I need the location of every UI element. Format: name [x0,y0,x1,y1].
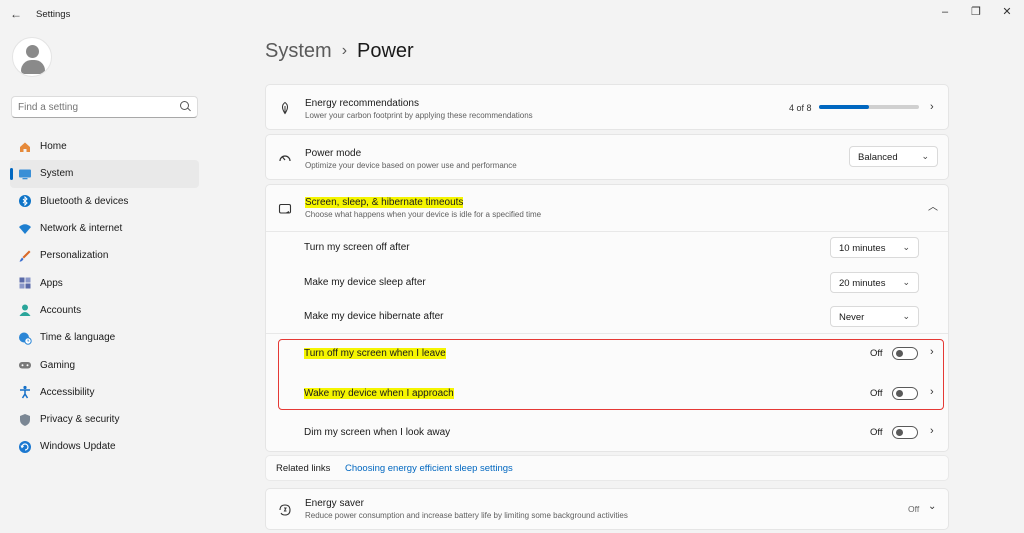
sidebar-item-label: Apps [40,277,63,289]
chevron-down-icon[interactable]: ⌄ [928,501,936,512]
sidebar-item-network[interactable]: Network & internet [10,215,199,242]
sidebar-item-time-language[interactable]: Time & language [10,324,199,351]
sidebar-item-label: Gaming [40,359,76,371]
monitor-icon [18,167,32,181]
dim-on-look-away-state: Off [870,427,883,438]
sidebar-item-windows-update[interactable]: Windows Update [10,433,199,460]
energy-sleep-link[interactable]: Choosing energy efficient sleep settings [345,463,513,474]
hibernate-dropdown[interactable]: Never ⌄ [830,306,919,327]
sidebar-item-label: System [40,168,74,180]
timeouts-desc: Choose what happens when your device is … [305,210,542,219]
energy-desc: Lower your carbon footprint by applying … [305,111,533,120]
related-links-label: Related links [276,463,331,474]
related-links-bar: Related links Choosing energy efficient … [265,455,949,481]
sidebar-item-label: Home [40,141,67,153]
chevron-down-icon: ⌄ [921,151,929,161]
hibernate-value: Never [839,312,865,323]
shield-icon [18,413,32,427]
window-title: Settings [36,9,71,20]
dim-on-look-away-label: Dim my screen when I look away [304,427,451,438]
paintbrush-icon [18,249,32,263]
chevron-right-icon[interactable]: › [930,101,934,113]
search-input[interactable] [18,100,176,115]
chevron-up-icon[interactable]: ︿ [928,198,938,213]
maximize-icon[interactable]: ❐ [969,5,983,19]
sidebar-item-accounts[interactable]: Accounts [10,297,199,324]
breadcrumb-parent[interactable]: System [265,40,332,62]
home-icon [18,140,32,154]
sidebar-item-privacy[interactable]: Privacy & security [10,406,199,433]
chevron-down-icon: ⌄ [902,277,910,287]
energy-title: Energy recommendations [305,98,419,109]
sleep-dropdown[interactable]: 20 minutes ⌄ [830,272,919,293]
screen-off-dropdown[interactable]: 10 minutes ⌄ [830,237,919,258]
sidebar-item-label: Accessibility [40,386,95,398]
annotation-highlight-box [278,339,944,410]
accessibility-icon [18,385,32,399]
breadcrumb: System › Power [265,40,414,63]
sidebar-item-label: Accounts [40,304,82,316]
update-icon [18,440,32,454]
leaf-icon [278,101,292,115]
power-mode-dropdown[interactable]: Balanced ⌄ [849,146,938,167]
back-arrow-icon[interactable]: ← [10,7,22,21]
energy-saver-title: Energy saver [305,498,364,509]
title-bar: ← Settings – ❐ ✕ [0,0,1024,28]
sleep-label: Make my device sleep after [304,277,426,288]
chevron-right-icon[interactable]: › [930,425,934,437]
search-box[interactable] [11,96,198,118]
bluetooth-icon [18,194,32,208]
energy-saver-state: Off [908,504,920,514]
sidebar-item-label: Bluetooth & devices [40,195,129,207]
screen-off-value: 10 minutes [839,243,886,254]
sidebar-item-label: Privacy & security [40,414,120,426]
gamepad-icon [18,358,32,372]
person-icon [18,303,32,317]
energy-progress-bar [819,105,919,109]
minimize-icon[interactable]: – [938,5,952,19]
chevron-down-icon: ⌄ [902,242,910,252]
sidebar-item-apps[interactable]: Apps [10,269,199,296]
sidebar-item-gaming[interactable]: Gaming [10,351,199,378]
breadcrumb-separator: › [341,42,348,59]
sidebar-item-personalization[interactable]: Personalization [10,242,199,269]
power-gauge-icon [278,151,292,165]
sleep-value: 20 minutes [839,278,886,289]
energy-saver-card[interactable]: Energy saver Reduce power consumption an… [265,488,949,530]
sidebar-item-home[interactable]: Home [10,133,199,160]
power-mode-desc: Optimize your device based on power use … [305,161,517,170]
chevron-down-icon: ⌄ [902,311,910,321]
sidebar-item-label: Time & language [40,332,116,344]
hibernate-label: Make my device hibernate after [304,311,444,322]
screen-sleep-icon [278,202,292,216]
sidebar-nav: Home System Bluetooth & devices Network … [10,133,199,461]
sidebar-item-label: Personalization [40,250,109,262]
page-title: Power [357,40,414,62]
close-icon[interactable]: ✕ [1000,5,1014,19]
sidebar-item-label: Windows Update [40,441,116,453]
dim-on-look-away-toggle[interactable] [892,426,918,439]
screen-off-label: Turn my screen off after [304,242,410,253]
sidebar-item-system[interactable]: System [10,160,199,188]
apps-icon [18,276,32,290]
energy-saver-icon [278,503,292,517]
power-mode-title: Power mode [305,148,362,159]
energy-count: 4 of 8 [789,103,812,113]
energy-saver-desc: Reduce power consumption and increase ba… [305,511,628,520]
wifi-icon [18,222,32,236]
power-mode-value: Balanced [858,152,898,163]
sidebar-item-bluetooth[interactable]: Bluetooth & devices [10,188,199,215]
search-icon[interactable] [180,101,189,110]
timeouts-title: Screen, sleep, & hibernate timeouts [305,197,464,208]
sidebar-item-label: Network & internet [40,223,123,235]
sidebar-item-accessibility[interactable]: Accessibility [10,379,199,406]
globe-clock-icon [18,331,32,345]
avatar[interactable] [12,37,52,77]
power-mode-card: Power mode Optimize your device based on… [265,134,949,180]
